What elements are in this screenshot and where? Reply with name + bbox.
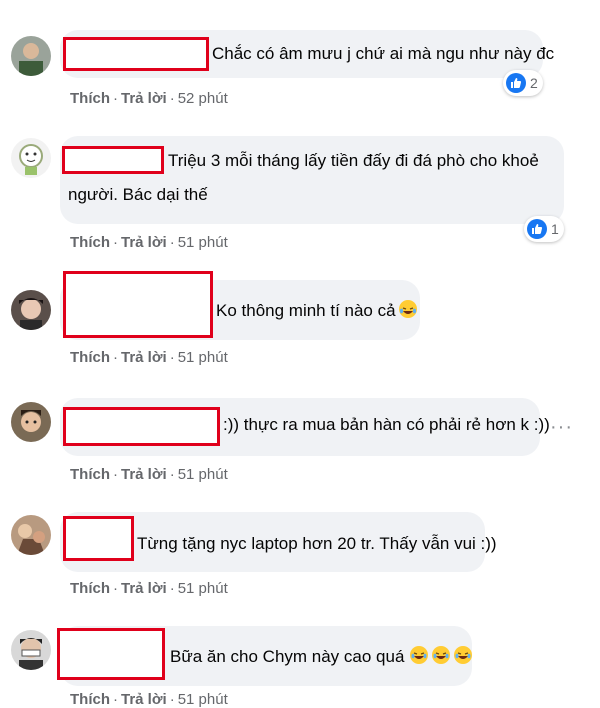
user-avatar[interactable] [11,138,51,178]
like-link[interactable]: Thích [70,90,110,107]
redacted-username [62,146,164,174]
timestamp[interactable]: 51 phút [178,466,228,483]
timestamp[interactable]: 52 phút [178,90,228,107]
like-link[interactable]: Thích [70,466,110,483]
comment-actions: Thích · Trả lời · 51 phút [70,580,228,597]
more-dots-icon[interactable]: ··· [550,416,573,439]
redacted-username [63,407,220,446]
comment-text: Chắc có âm mưu j chứ ai mà ngu như này đ… [212,44,555,63]
comment-text: Ko thông minh tí nào cả [216,298,418,324]
redacted-username [63,271,213,338]
comment-actions: Thích · Trả lời · 52 phút [70,90,228,107]
comment-bubble: Chắc có âm mưu j chứ ai mà ngu như này đ… [60,30,554,78]
reply-link[interactable]: Trả lời [121,234,167,251]
comment-bubble: Triệu 3 mỗi tháng lấy tiền đấy đi đá phò… [60,136,564,224]
comment-text-line-2: người. Bác dại thế [68,185,208,204]
redacted-username [63,37,209,71]
reply-link[interactable]: Trả lời [121,580,167,597]
reply-link[interactable]: Trả lời [121,349,167,366]
redacted-username [63,516,134,561]
crying-laughing-emoji [431,645,451,665]
comment-text: Bữa ăn cho Chym này cao quá [170,644,473,670]
user-avatar[interactable] [11,515,51,555]
timestamp[interactable]: 51 phút [178,349,228,366]
comment-actions: Thích · Trả lời · 51 phút [70,466,228,483]
like-link[interactable]: Thích [70,349,110,366]
comment-text: :)) thực ra mua bản hàn có phải rẻ hơn k… [223,415,550,434]
reaction-count-label: 2 [530,75,538,91]
comment-bubble: Từng tặng nyc laptop hơn 20 tr. Thấy vẫn… [60,512,497,572]
user-avatar[interactable] [11,36,51,76]
rolling-laughing-emoji [398,299,418,319]
comment-bubble: Ko thông minh tí nào cả [60,271,420,340]
user-avatar[interactable] [11,630,51,670]
timestamp[interactable]: 51 phút [178,234,228,251]
comment-bubble: Bữa ăn cho Chym này cao quá [57,626,473,686]
timestamp[interactable]: 51 phút [178,580,228,597]
comment-text: Triệu 3 mỗi tháng lấy tiền đấy đi đá phò… [168,151,539,170]
like-link[interactable]: Thích [70,234,110,251]
like-reaction-icon [527,219,547,239]
reaction-count[interactable]: 2 [503,70,543,96]
user-avatar[interactable] [11,290,51,330]
comment-bubble: :)) thực ra mua bản hàn có phải rẻ hơn k… [60,398,550,456]
like-link[interactable]: Thích [70,580,110,597]
comment-actions: Thích · Trả lời · 51 phút [70,349,228,366]
redacted-username [57,628,165,680]
crying-laughing-emoji [409,645,429,665]
reaction-count[interactable]: 1 [524,216,564,242]
crying-laughing-emoji [453,645,473,665]
user-avatar[interactable] [11,402,51,442]
reply-link[interactable]: Trả lời [121,466,167,483]
like-reaction-icon [506,73,526,93]
comment-text: Từng tặng nyc laptop hơn 20 tr. Thấy vẫn… [137,534,497,553]
reaction-count-label: 1 [551,221,559,237]
comment-actions: Thích · Trả lời · 51 phút [70,234,228,251]
reply-link[interactable]: Trả lời [121,90,167,107]
